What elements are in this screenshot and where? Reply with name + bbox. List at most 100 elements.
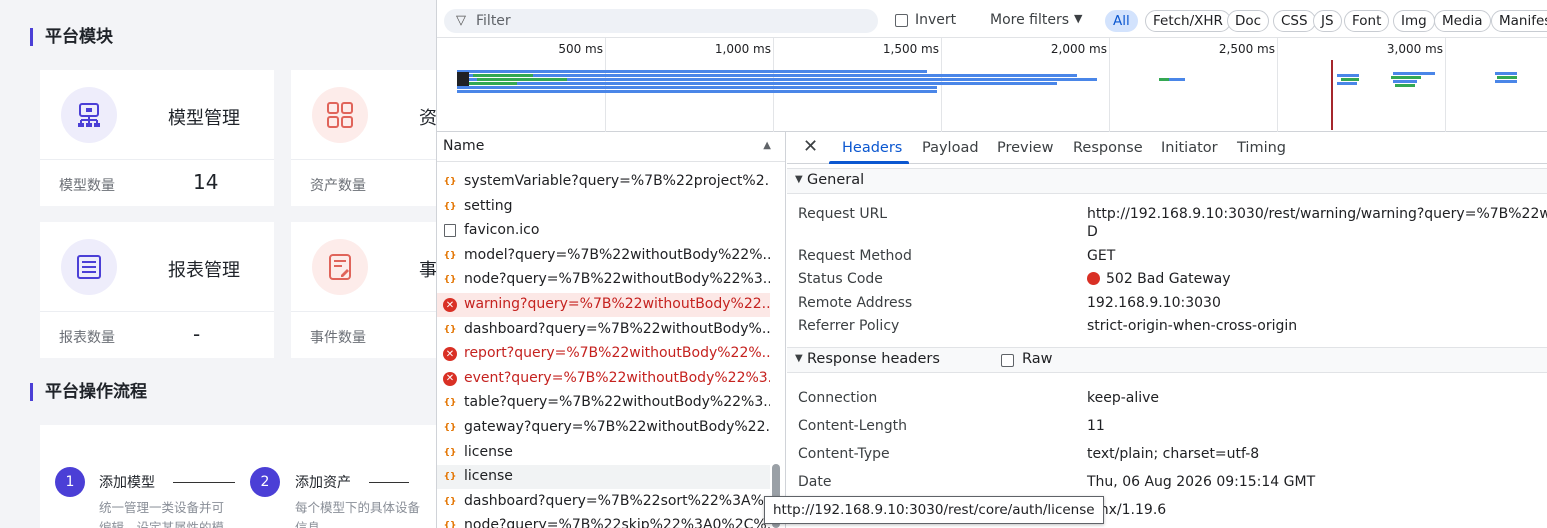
request-row[interactable]: {} systemVariable?query=%7B%22project%2..… (437, 170, 770, 194)
header-key: Status Code (798, 271, 883, 287)
document-icon (444, 224, 456, 238)
request-row[interactable]: ✕ event?query=%7B%22withoutBody%22%3... (437, 367, 770, 391)
more-filters-button[interactable]: More filters (990, 12, 1069, 28)
xhr-braces-icon: {} (443, 324, 457, 335)
timeline-gridline (1277, 38, 1278, 132)
sort-up-icon: ▲ (763, 140, 771, 151)
request-row[interactable]: {} node?query=%7B%22skip%22%3A0%2C%... (437, 514, 770, 528)
request-row[interactable]: {} setting (437, 195, 770, 219)
request-row[interactable]: {} license (437, 465, 770, 490)
url-tooltip: http://192.168.9.10:3030/rest/core/auth/… (764, 496, 1104, 524)
header-value: strict-origin-when-cross-origin (1087, 318, 1298, 334)
general-section-header[interactable]: ▼ General (787, 168, 1547, 194)
timeline-request-bar (1341, 78, 1359, 81)
step-title[interactable]: 添加资产 (295, 472, 351, 492)
timeline-request-bar (1391, 76, 1421, 79)
request-name: license (464, 468, 513, 485)
tab-timing[interactable]: Timing (1237, 140, 1286, 156)
status-code-value: 502 Bad Gateway (1087, 271, 1231, 287)
raw-checkbox[interactable] (1001, 354, 1014, 367)
tab-payload[interactable]: Payload (922, 140, 979, 156)
header-key: Request Method (798, 248, 912, 264)
request-row[interactable]: {} gateway?query=%7B%22withoutBody%22... (437, 416, 770, 440)
timeline-request-bar (467, 82, 517, 85)
request-name: setting (464, 197, 513, 214)
type-filter-all[interactable]: All (1105, 10, 1138, 32)
step-number: 2 (250, 467, 280, 497)
xhr-braces-icon: {} (443, 472, 457, 483)
timeline-request-bar (457, 74, 1077, 77)
step-description: 每个模型下的具体设备 (295, 500, 421, 515)
module-card-asset[interactable]: 资 资产数量 (291, 70, 436, 206)
status-error-icon (1087, 272, 1100, 285)
active-tab-indicator (829, 161, 909, 164)
step-connector (173, 482, 235, 483)
request-row[interactable]: {} license (437, 441, 770, 465)
invert-checkbox[interactable] (895, 14, 908, 27)
xhr-braces-icon: {} (443, 177, 457, 187)
step-title[interactable]: 添加模型 (99, 472, 155, 492)
step-description: 编辑、设定某属性的模 (99, 520, 225, 528)
timeline-request-bar (1497, 76, 1517, 79)
request-row[interactable]: {} dashboard?query=%7B%22sort%22%3A%... (437, 490, 770, 514)
timeline-gridline (941, 38, 942, 132)
request-list: Name ▲ {} systemVariable?query=%7B%22proj… (437, 132, 786, 528)
tab-preview[interactable]: Preview (997, 140, 1053, 156)
tab-headers[interactable]: Headers (842, 140, 902, 156)
header-value: keep-alive (1087, 390, 1160, 406)
response-headers-section-header[interactable]: ▼ Response headers Raw (787, 347, 1547, 373)
request-row[interactable]: {} node?query=%7B%22withoutBody%22%3... (437, 268, 770, 292)
timeline-request-bar (457, 86, 937, 89)
name-column-header[interactable]: Name ▲ (437, 132, 785, 162)
request-row[interactable]: ✕ warning?query=%7B%22withoutBody%22... (437, 293, 770, 317)
raw-label: Raw (1022, 351, 1053, 367)
request-row[interactable]: {} table?query=%7B%22withoutBody%22%3... (437, 391, 770, 415)
timeline-tick-label: 2,000 ms (1050, 42, 1107, 56)
timeline-load-marker (1331, 60, 1333, 130)
timeline-request-bar (473, 74, 533, 77)
timeline-gridline (1109, 38, 1110, 132)
header-value: 192.168.9.10:3030 (1087, 295, 1221, 311)
report-list-icon (61, 239, 117, 295)
tab-response[interactable]: Response (1073, 140, 1143, 156)
type-filter-font[interactable]: Font (1344, 10, 1390, 32)
request-url-value: http://192.168.9.10:3030/rest/warning/wa… (1087, 206, 1547, 222)
section-label: Response headers (807, 351, 940, 367)
count-label: 资产数量 (310, 178, 366, 194)
timeline-request-bar (457, 90, 937, 93)
type-filter-fetch-xhr[interactable]: Fetch/XHR (1145, 10, 1231, 32)
module-card-event[interactable]: 事 事件数量 (291, 222, 436, 358)
module-card-model[interactable]: 模型管理 模型数量 14 (40, 70, 274, 206)
model-tree-icon (61, 87, 117, 143)
timeline-request-bar (457, 70, 927, 73)
type-filter-manifest[interactable]: Manifest (1491, 10, 1547, 32)
count-value: 14 (193, 170, 219, 194)
request-row[interactable]: {} dashboard?query=%7B%22withoutBody%... (437, 318, 770, 342)
filter-input[interactable]: ▽ Filter (444, 9, 878, 33)
timeline-request-bar (477, 78, 567, 81)
type-filter-img[interactable]: Img (1393, 10, 1435, 32)
error-icon: ✕ (443, 347, 457, 362)
module-name: 资 (419, 108, 436, 129)
step-connector (369, 482, 409, 483)
network-timeline-overview[interactable]: 500 ms 1,000 ms 1,500 ms 2,000 ms 2,500 … (437, 38, 1547, 132)
type-filter-media[interactable]: Media (1434, 10, 1491, 32)
request-row[interactable]: favicon.ico (437, 219, 770, 243)
close-icon[interactable]: ✕ (803, 136, 818, 157)
xhr-braces-icon: {} (443, 447, 457, 458)
type-filter-js[interactable]: JS (1313, 10, 1342, 32)
timeline-tick-label: 2,500 ms (1218, 42, 1275, 56)
request-row[interactable]: {} model?query=%7B%22withoutBody%22%... (437, 244, 770, 268)
request-row[interactable]: ✕ report?query=%7B%22withoutBody%22%... (437, 342, 770, 366)
section-title-modules: 平台模块 (30, 28, 113, 46)
type-filter-css[interactable]: CSS (1273, 10, 1316, 32)
tab-initiator[interactable]: Initiator (1161, 140, 1218, 156)
module-name: 报表管理 (168, 260, 240, 281)
error-icon: ✕ (443, 298, 457, 312)
count-label: 报表数量 (59, 330, 115, 346)
count-label: 事件数量 (310, 330, 366, 346)
type-filter-doc[interactable]: Doc (1227, 10, 1270, 32)
module-card-report[interactable]: 报表管理 报表数量 - (40, 222, 274, 358)
count-label: 模型数量 (59, 178, 115, 194)
timeline-request-bar (1337, 82, 1357, 85)
